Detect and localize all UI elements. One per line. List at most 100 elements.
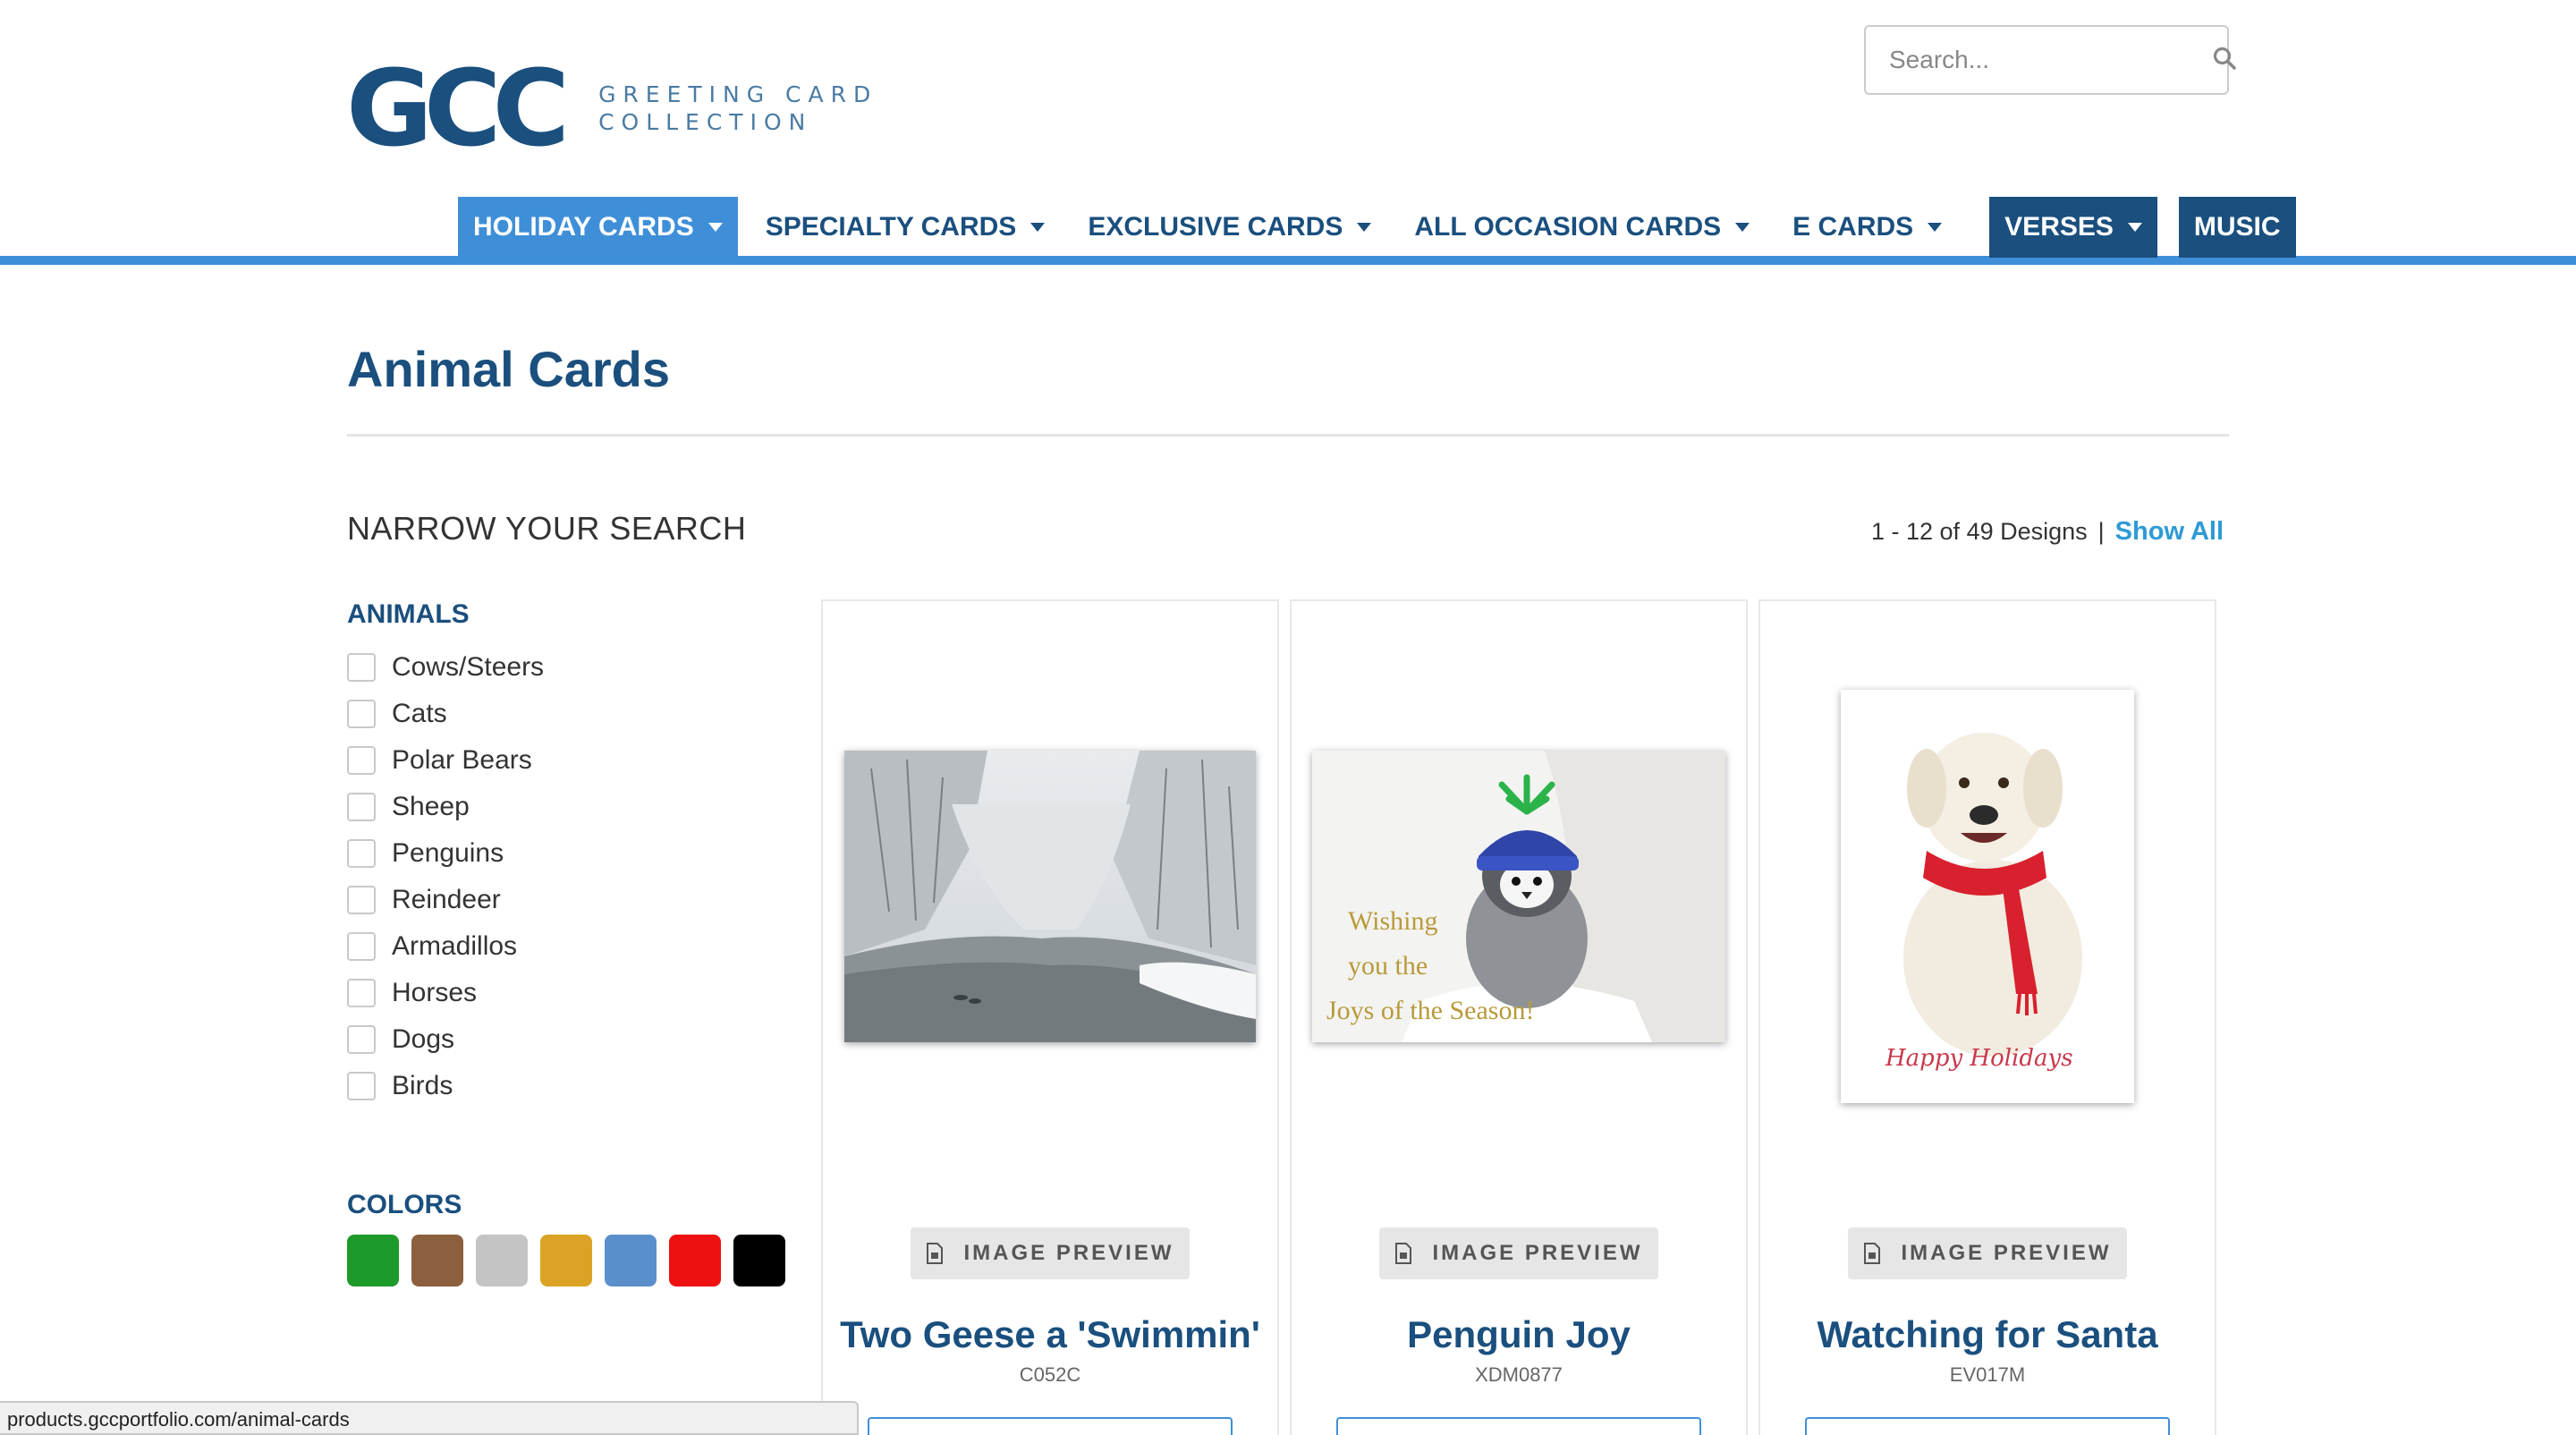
product-name[interactable]: Two Geese a 'Swimmin' [823, 1313, 1277, 1356]
narrow-search-title: NARROW YOUR SEARCH [347, 510, 747, 547]
results-separator: | [2097, 518, 2105, 545]
color-swatch-brown[interactable] [411, 1235, 463, 1286]
color-swatch-blue[interactable] [605, 1235, 657, 1286]
nav-exclusive-cards[interactable]: EXCLUSIVE CARDS [1072, 197, 1386, 258]
colors-heading: COLORS [347, 1190, 462, 1219]
caret-down-icon [1030, 223, 1046, 232]
filter-label: Dogs [392, 1024, 455, 1054]
card-text-line: Wishing [1348, 906, 1437, 936]
filter-sheep[interactable]: Sheep [347, 784, 544, 830]
filter-label: Polar Bears [392, 745, 532, 775]
image-preview-button[interactable]: IMAGE PREVIEW [911, 1227, 1190, 1279]
filter-birds[interactable]: Birds [347, 1063, 544, 1109]
nav-verses[interactable]: VERSES [1989, 197, 2157, 258]
image-preview-button[interactable]: IMAGE PREVIEW [1848, 1227, 2127, 1279]
color-swatch-red[interactable] [669, 1235, 721, 1286]
main-nav: HOLIDAY CARDS SPECIALTY CARDS EXCLUSIVE … [458, 197, 2309, 258]
logo-line-2: COLLECTION [598, 109, 813, 135]
filter-polar-bears[interactable]: Polar Bears [347, 737, 544, 784]
filter-cows-steers[interactable]: Cows/Steers [347, 644, 544, 691]
filter-label: Birds [392, 1071, 453, 1100]
nav-label: E CARDS [1792, 212, 1914, 242]
nav-specialty-cards[interactable]: SPECIALTY CARDS [750, 197, 1061, 258]
image-file-icon [1864, 1243, 1881, 1264]
image-file-icon [1395, 1243, 1412, 1264]
filter-label: Sheep [392, 792, 470, 821]
logo-line-1: GREETING CARD [598, 81, 878, 107]
product-name[interactable]: Watching for Santa [1760, 1313, 2215, 1356]
checkbox[interactable] [347, 793, 376, 821]
logo-text: GREETING CARD COLLECTION [598, 81, 877, 136]
image-file-icon [927, 1243, 944, 1264]
product-sku: EV017M [1949, 1363, 2026, 1386]
show-all-link[interactable]: Show All [2115, 517, 2224, 546]
filter-label: Horses [392, 978, 478, 1007]
checkbox[interactable] [347, 653, 376, 682]
checkbox[interactable] [347, 979, 376, 1007]
filter-label: Cows/Steers [392, 652, 545, 682]
product-card: IMAGE PREVIEW Two Geese a 'Swimmin' C052… [821, 599, 1279, 1435]
checkbox[interactable] [347, 932, 376, 961]
search-icon[interactable] [2212, 46, 2237, 75]
checkbox[interactable] [347, 1072, 376, 1100]
nav-all-occasion-cards[interactable]: ALL OCCASION CARDS [1399, 197, 1765, 258]
image-preview-button[interactable]: IMAGE PREVIEW [1379, 1227, 1658, 1279]
results-text: 1 - 12 of 49 Designs [1871, 518, 2088, 545]
preview-label: IMAGE PREVIEW [1901, 1241, 2112, 1265]
color-swatch-black[interactable] [733, 1235, 785, 1286]
nav-music[interactable]: MUSIC [2178, 197, 2296, 258]
search-box [1864, 25, 2236, 95]
checkbox[interactable] [347, 746, 376, 775]
product-name[interactable]: Penguin Joy [1292, 1313, 1746, 1356]
nav-label: ALL OCCASION CARDS [1414, 212, 1722, 242]
nav-label: HOLIDAY CARDS [473, 212, 694, 242]
nav-label: EXCLUSIVE CARDS [1088, 212, 1343, 242]
card-text-line: Joys of the Season! [1326, 996, 1534, 1025]
logo-mark: GCC [346, 47, 570, 170]
nav-holiday-cards[interactable]: HOLIDAY CARDS [458, 197, 738, 258]
product-action-button[interactable] [868, 1417, 1233, 1435]
product-action-button[interactable] [1336, 1417, 1701, 1435]
caret-down-icon [2127, 223, 2142, 232]
product-sku: C052C [1019, 1363, 1081, 1386]
product-image-area[interactable]: Happy Holidays [1760, 601, 2215, 1192]
filter-cats[interactable]: Cats [347, 691, 544, 737]
filter-armadillos[interactable]: Armadillos [347, 923, 544, 970]
caret-down-icon [1928, 223, 1943, 232]
caret-down-icon [1735, 223, 1750, 232]
nav-e-cards[interactable]: E CARDS [1777, 197, 1957, 258]
caret-down-icon [708, 223, 723, 232]
animals-heading: ANIMALS [347, 599, 470, 629]
checkbox[interactable] [347, 886, 376, 914]
filter-label: Armadillos [392, 931, 518, 961]
product-card: Happy Holidays IMAGE PREVIEW Watching fo… [1758, 599, 2216, 1435]
checkbox[interactable] [347, 1025, 376, 1054]
product-image-snowy-river [844, 751, 1256, 1042]
product-card: Wishing you the Joys of the Season! IMAG… [1290, 599, 1748, 1435]
site-logo[interactable]: GCC GREETING CARD COLLECTION [346, 55, 877, 161]
product-image-area[interactable]: Wishing you the Joys of the Season! [1292, 601, 1746, 1192]
search-input[interactable] [1889, 46, 2212, 74]
filter-horses[interactable]: Horses [347, 970, 544, 1016]
results-count: 1 - 12 of 49 Designs | Show All [1871, 517, 2224, 547]
product-sku: XDM0877 [1475, 1363, 1563, 1386]
filter-dogs[interactable]: Dogs [347, 1016, 544, 1063]
nav-label: VERSES [2004, 212, 2114, 242]
filter-label: Penguins [392, 838, 504, 868]
filter-reindeer[interactable]: Reindeer [347, 877, 544, 923]
product-action-button[interactable] [1805, 1417, 2170, 1435]
caret-down-icon [1357, 223, 1372, 232]
nav-label: SPECIALTY CARDS [765, 212, 1017, 242]
checkbox[interactable] [347, 700, 376, 728]
checkbox[interactable] [347, 839, 376, 868]
card-text-line: you the [1348, 951, 1428, 981]
filter-label: Reindeer [392, 885, 501, 914]
product-image-penguin: Wishing you the Joys of the Season! [1312, 751, 1725, 1042]
color-swatch-gold[interactable] [540, 1235, 592, 1286]
product-image-dog-scarf: Happy Holidays [1841, 690, 2134, 1103]
color-swatch-gray[interactable] [476, 1235, 528, 1286]
filter-penguins[interactable]: Penguins [347, 830, 544, 877]
product-image-area[interactable] [823, 601, 1277, 1192]
title-divider [347, 434, 2229, 437]
color-swatch-green[interactable] [347, 1235, 399, 1286]
